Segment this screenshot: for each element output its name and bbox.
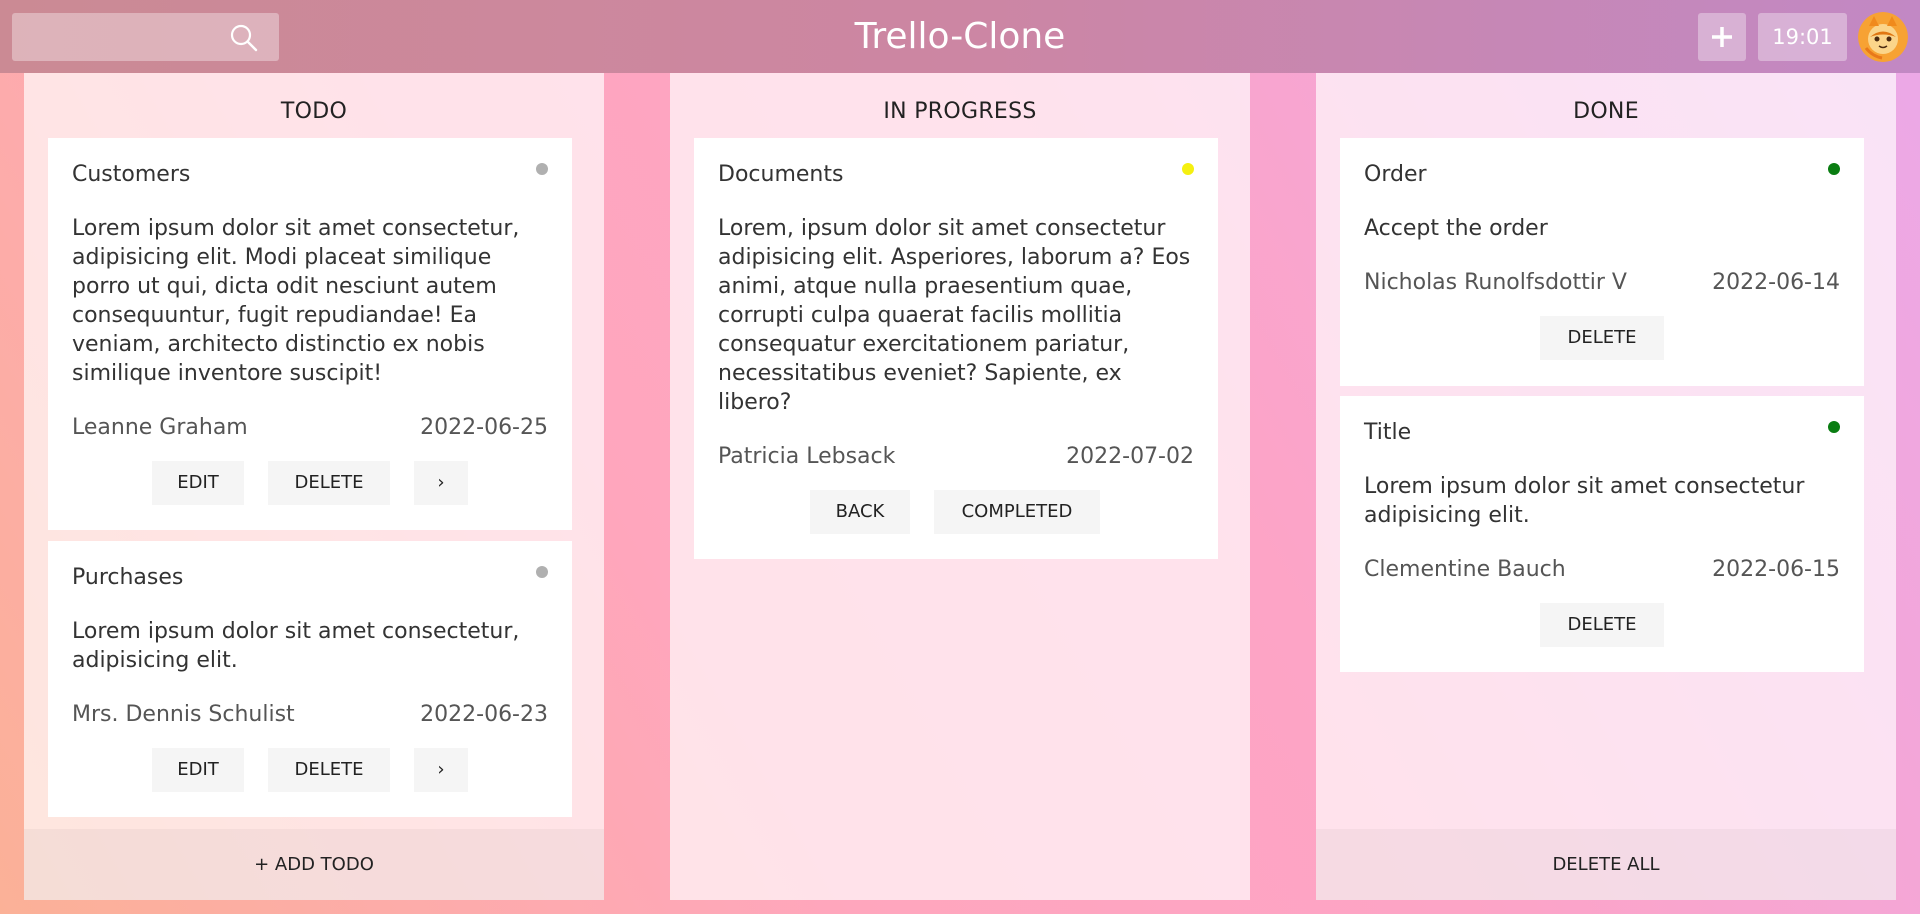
- card-title: Documents: [718, 162, 844, 187]
- card-author: Leanne Graham: [72, 415, 248, 440]
- delete-button[interactable]: DELETE: [1540, 316, 1664, 360]
- card-title: Customers: [72, 162, 191, 187]
- clock-display: 19:01: [1758, 13, 1847, 61]
- card-date: 2022-06-14: [1712, 270, 1840, 295]
- column-in-progress: IN PROGRESS Documents Lorem, ipsum dolor…: [670, 73, 1250, 900]
- card-date: 2022-06-15: [1712, 557, 1840, 582]
- status-dot: [536, 566, 548, 578]
- column-done: DONE Order Accept the order Nicholas Run…: [1316, 73, 1896, 900]
- completed-button[interactable]: COMPLETED: [934, 490, 1100, 534]
- card-title: Title: [1364, 420, 1412, 445]
- status-dot: [1828, 421, 1840, 433]
- column-title: IN PROGRESS: [883, 99, 1037, 124]
- header-bar: Trello-Clone 19:01: [0, 0, 1920, 73]
- delete-button[interactable]: DELETE: [268, 461, 390, 505]
- task-card[interactable]: Order Accept the order Nicholas Runolfsd…: [1340, 138, 1864, 386]
- search-box[interactable]: [12, 13, 279, 61]
- delete-all-button[interactable]: DELETE ALL: [1316, 829, 1896, 900]
- card-date: 2022-06-25: [420, 415, 548, 440]
- status-dot: [536, 163, 548, 175]
- task-card[interactable]: Purchases Lorem ipsum dolor sit amet con…: [48, 541, 572, 817]
- avatar[interactable]: [1858, 12, 1908, 62]
- status-dot: [1182, 163, 1194, 175]
- card-author: Patricia Lebsack: [718, 444, 896, 469]
- add-button[interactable]: [1698, 13, 1746, 61]
- delete-button[interactable]: DELETE: [1540, 603, 1664, 647]
- card-description: Lorem, ipsum dolor sit amet consectetur …: [718, 216, 1191, 415]
- card-author: Mrs. Dennis Schulist: [72, 702, 295, 727]
- plus-icon: [1712, 27, 1732, 47]
- move-forward-button[interactable]: ›: [414, 748, 468, 792]
- status-dot: [1828, 163, 1840, 175]
- move-forward-button[interactable]: ›: [414, 461, 468, 505]
- add-todo-button[interactable]: + ADD TODO: [24, 829, 604, 900]
- column-todo: TODO Customers Lorem ipsum dolor sit ame…: [24, 73, 604, 900]
- task-card[interactable]: Title Lorem ipsum dolor sit amet consect…: [1340, 396, 1864, 672]
- cat-avatar-icon: [1858, 12, 1908, 62]
- search-input[interactable]: [12, 13, 232, 61]
- card-author: Clementine Bauch: [1364, 557, 1566, 582]
- column-title: TODO: [280, 99, 348, 124]
- edit-button[interactable]: EDIT: [152, 748, 244, 792]
- task-card[interactable]: Customers Lorem ipsum dolor sit amet con…: [48, 138, 572, 530]
- app-title: Trello-Clone: [854, 16, 1066, 57]
- card-author: Nicholas Runolfsdottir V: [1364, 270, 1627, 295]
- delete-button[interactable]: DELETE: [268, 748, 390, 792]
- card-description: Lorem ipsum dolor sit amet consectetur, …: [72, 619, 520, 673]
- task-card[interactable]: Documents Lorem, ipsum dolor sit amet co…: [694, 138, 1218, 559]
- card-description: Accept the order: [1364, 216, 1548, 241]
- column-title: DONE: [1573, 99, 1639, 124]
- edit-button[interactable]: EDIT: [152, 461, 244, 505]
- card-date: 2022-06-23: [420, 702, 548, 727]
- card-date: 2022-07-02: [1066, 444, 1194, 469]
- card-description: Lorem ipsum dolor sit amet consectetur, …: [72, 216, 520, 386]
- search-icon[interactable]: [229, 23, 259, 53]
- back-button[interactable]: BACK: [810, 490, 910, 534]
- card-title: Purchases: [72, 565, 184, 590]
- card-title: Order: [1364, 162, 1427, 187]
- card-description: Lorem ipsum dolor sit amet consectetur a…: [1364, 474, 1805, 528]
